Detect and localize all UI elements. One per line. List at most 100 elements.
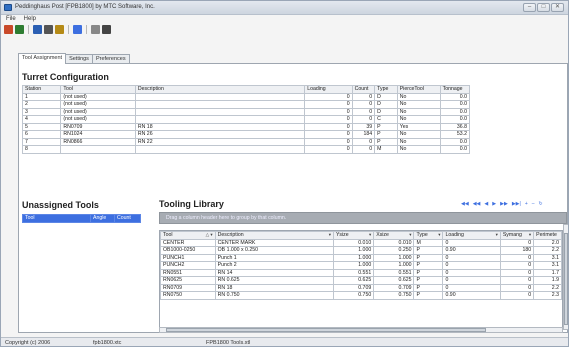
column-header[interactable]: Tool xyxy=(60,85,136,94)
table-cell[interactable]: No xyxy=(396,107,441,116)
table-cell[interactable]: 0 xyxy=(304,115,353,124)
table-cell[interactable] xyxy=(134,145,306,154)
column-header[interactable]: Station xyxy=(21,85,62,94)
dropdown-icon[interactable]: ▾ xyxy=(409,232,411,238)
table-cell[interactable]: C xyxy=(374,115,398,124)
table-row[interactable]: OB1000-0250 OB 1.000 x 0.250 1.000 0.250 P 0.… xyxy=(160,246,562,255)
table-cell[interactable]: 0 xyxy=(304,122,353,131)
table-cell[interactable]: P xyxy=(413,253,444,262)
dropdown-icon[interactable]: ▾ xyxy=(529,232,531,238)
table-cell[interactable]: 2.2 xyxy=(533,246,562,255)
table-cell[interactable]: 0 xyxy=(442,238,501,247)
table-row[interactable]: PUNCH2 Punch 2 1.000 1.000 P 0 0 3.1 xyxy=(160,261,562,270)
table-cell[interactable]: 3.1 xyxy=(533,253,562,262)
table-row[interactable]: PUNCH1 Punch 1 1.000 1.000 P 0 0 3.1 xyxy=(160,253,562,262)
table-cell[interactable]: RN 14 xyxy=(214,268,334,277)
add-record-icon[interactable]: + xyxy=(525,201,528,207)
table-cell[interactable]: 0 xyxy=(442,283,501,292)
column-header[interactable]: Loading xyxy=(304,85,353,94)
table-cell[interactable]: P xyxy=(413,276,444,285)
new-icon[interactable] xyxy=(4,25,13,34)
next-record-icon[interactable]: ▶ xyxy=(492,201,496,207)
refresh-icon[interactable]: ↻ xyxy=(539,201,543,207)
table-cell[interactable]: D xyxy=(374,107,398,116)
table-cell[interactable]: 0.551 xyxy=(332,268,375,277)
table-cell[interactable]: 1 xyxy=(21,92,62,101)
first-page-icon[interactable]: ◀◀ xyxy=(461,201,469,207)
table-cell[interactable]: 0.90 xyxy=(442,291,501,300)
table-cell[interactable]: P xyxy=(413,268,444,277)
table-cell[interactable]: RN1024 xyxy=(60,130,136,139)
table-cell[interactable]: No xyxy=(396,130,441,139)
maximize-button[interactable]: □ xyxy=(537,3,550,12)
table-cell[interactable]: 0.0 xyxy=(439,137,471,146)
table-cell[interactable]: (not used) xyxy=(60,107,136,116)
table-cell[interactable]: D xyxy=(374,100,398,109)
table-cell[interactable]: RN 0.625 xyxy=(214,276,334,285)
table-cell[interactable]: 0 xyxy=(351,107,376,116)
table-cell[interactable]: 0 xyxy=(304,100,353,109)
table-cell[interactable]: 0 xyxy=(499,253,535,262)
column-header[interactable]: Angle xyxy=(90,214,115,223)
table-row[interactable]: 3 (not used) 0 0 D No 0.0 xyxy=(21,107,471,116)
column-header[interactable]: Loading ▾ xyxy=(442,231,501,240)
table-cell[interactable]: P xyxy=(413,283,444,292)
table-cell[interactable]: 0.551 xyxy=(373,268,415,277)
table-row[interactable]: RN0709 RN 18 0.709 0.709 P 0 0 2.2 xyxy=(160,283,562,292)
table-cell[interactable]: CENTER xyxy=(160,238,216,247)
table-cell[interactable]: No xyxy=(396,145,441,154)
table-cell[interactable]: 0.0 xyxy=(439,92,471,101)
column-header[interactable]: Tool xyxy=(22,214,91,223)
table-cell[interactable]: 0 xyxy=(499,268,535,277)
table-row[interactable]: 2 (not used) 0 0 D No 0.0 xyxy=(21,100,471,109)
search-icon[interactable] xyxy=(102,25,111,34)
dropdown-icon[interactable]: ▾ xyxy=(369,232,371,238)
table-cell[interactable] xyxy=(134,115,306,124)
column-header[interactable]: Symang ▾ xyxy=(499,231,535,240)
library-vertical-scrollbar[interactable] xyxy=(563,224,568,330)
table-cell[interactable]: 0 xyxy=(304,92,353,101)
minimize-button[interactable]: – xyxy=(523,3,536,12)
table-cell[interactable]: 8 xyxy=(21,145,62,154)
column-header[interactable]: Ysize ▾ xyxy=(332,231,375,240)
table-cell[interactable]: P xyxy=(374,137,398,146)
table-cell[interactable]: RN0709 xyxy=(60,122,136,131)
table-cell[interactable]: 1.000 xyxy=(373,261,415,270)
table-cell[interactable]: 0 xyxy=(351,115,376,124)
table-cell[interactable]: 0 xyxy=(442,268,501,277)
table-cell[interactable]: RN0866 xyxy=(60,137,136,146)
tab-tool-assignment[interactable]: Tool Assignment xyxy=(18,53,67,64)
table-row[interactable]: 8 0 0 M No 0.0 xyxy=(21,145,471,154)
table-cell[interactable]: Yes xyxy=(396,122,441,131)
table-cell[interactable]: M xyxy=(413,238,444,247)
table-cell[interactable]: 0.0 xyxy=(439,145,471,154)
table-cell[interactable]: 3 xyxy=(21,107,62,116)
table-cell[interactable]: 0.750 xyxy=(373,291,415,300)
table-cell[interactable]: 0 xyxy=(442,276,501,285)
column-header[interactable]: Description ▾ xyxy=(214,231,334,240)
table-cell[interactable]: Punch 2 xyxy=(214,261,334,270)
table-cell[interactable]: 0.010 xyxy=(373,238,415,247)
table-cell[interactable]: No xyxy=(396,137,441,146)
table-cell[interactable]: 0.709 xyxy=(373,283,415,292)
menu-file[interactable]: File xyxy=(6,15,16,24)
table-cell[interactable]: 36.8 xyxy=(439,122,471,131)
table-cell[interactable] xyxy=(134,100,306,109)
table-cell[interactable]: 0 xyxy=(304,145,353,154)
table-cell[interactable]: 0 xyxy=(304,130,353,139)
group-by-box[interactable]: Drag a column header here to group by th… xyxy=(159,212,567,224)
dropdown-icon[interactable]: ▾ xyxy=(438,232,440,238)
table-cell[interactable]: 0 xyxy=(442,253,501,262)
column-header[interactable]: Count xyxy=(114,214,141,223)
table-cell[interactable]: 0 xyxy=(351,92,376,101)
table-cell[interactable] xyxy=(60,145,136,154)
table-cell[interactable]: RN0551 xyxy=(160,268,216,277)
library-horizontal-scrollbar[interactable] xyxy=(159,327,563,333)
table-cell[interactable]: RN0625 xyxy=(160,276,216,285)
last-record-icon[interactable]: ▶▶| xyxy=(512,201,521,207)
table-cell[interactable]: 0 xyxy=(499,261,535,270)
column-header[interactable]: Type ▾ xyxy=(413,231,444,240)
table-cell[interactable]: 0 xyxy=(499,291,535,300)
table-cell[interactable]: (not used) xyxy=(60,92,136,101)
table-cell[interactable]: 1.000 xyxy=(332,246,375,255)
